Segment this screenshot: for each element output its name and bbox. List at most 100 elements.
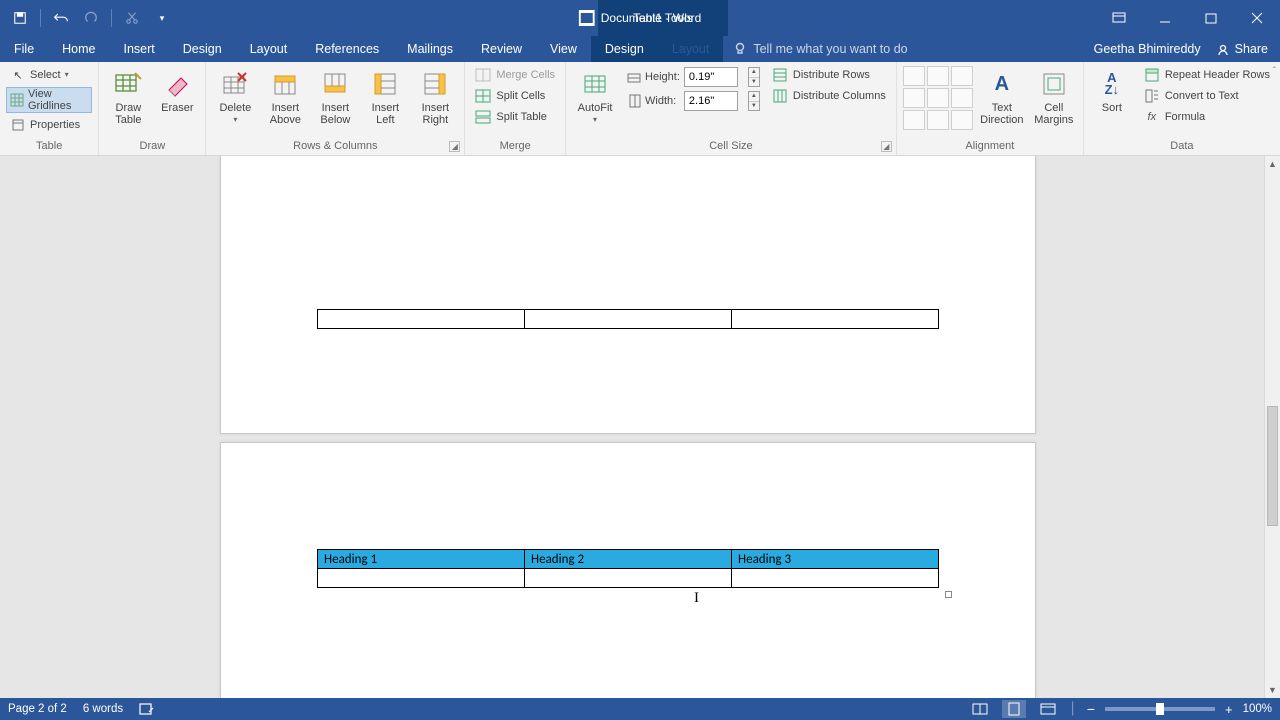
group-table: ↖Select▾ View Gridlines Properties Table	[0, 62, 99, 155]
split-cells-button[interactable]: Split Cells	[471, 87, 559, 105]
view-gridlines-button[interactable]: View Gridlines	[6, 87, 92, 113]
table-page2[interactable]: Heading 1 Heading 2 Heading 3	[317, 549, 939, 588]
tab-review[interactable]: Review	[467, 36, 536, 62]
delete-button[interactable]: Delete▾	[212, 66, 258, 126]
tab-home[interactable]: Home	[48, 36, 109, 62]
document-area[interactable]: Heading 1 Heading 2 Heading 3 I	[0, 156, 1264, 698]
status-bar: Page 2 of 2 6 words │ − + 100%	[0, 698, 1280, 720]
text-direction-icon: A	[986, 68, 1018, 100]
zoom-slider[interactable]	[1105, 707, 1215, 711]
width-spinner[interactable]: ▲▼	[748, 91, 760, 111]
tab-table-design[interactable]: Design	[591, 36, 658, 62]
web-layout-icon[interactable]	[1036, 700, 1060, 718]
table-page1[interactable]	[317, 309, 939, 329]
properties-icon	[10, 117, 26, 133]
scroll-thumb[interactable]	[1267, 406, 1278, 526]
word-count[interactable]: 6 words	[83, 703, 123, 715]
formula-button[interactable]: fxFormula	[1140, 108, 1274, 126]
height-input[interactable]	[684, 67, 738, 87]
zoom-in-button[interactable]: +	[1225, 702, 1233, 717]
group-rows-columns: Delete▾ Insert Above Insert Below Insert…	[206, 62, 465, 155]
zoom-level[interactable]: 100%	[1243, 703, 1272, 715]
draw-table-button[interactable]: Draw Table	[105, 66, 151, 128]
page-indicator[interactable]: Page 2 of 2	[8, 703, 67, 715]
print-layout-icon[interactable]	[1002, 700, 1026, 718]
collapse-ribbon-icon[interactable]: ˆ	[1273, 66, 1276, 77]
tab-table-layout[interactable]: Layout	[658, 36, 724, 62]
insert-above-button[interactable]: Insert Above	[262, 66, 308, 128]
distribute-rows-button[interactable]: Distribute Rows	[768, 66, 890, 84]
merge-cells-button[interactable]: Merge Cells	[471, 66, 559, 84]
vertical-scrollbar[interactable]: ▲ ▼	[1264, 156, 1280, 698]
ribbon-options-icon[interactable]	[1096, 0, 1142, 36]
maximize-icon[interactable]	[1188, 0, 1234, 36]
width-input[interactable]	[684, 91, 738, 111]
convert-to-text-button[interactable]: Convert to Text	[1140, 87, 1274, 105]
autofit-button[interactable]: AutoFit▾	[572, 66, 618, 126]
minimize-icon[interactable]	[1142, 0, 1188, 36]
spellcheck-icon[interactable]	[139, 702, 155, 716]
quick-access-toolbar: ▾	[0, 4, 176, 32]
cell-size-dialog-launcher[interactable]: ◢	[881, 141, 892, 152]
tab-design[interactable]: Design	[169, 36, 236, 62]
scroll-down-icon[interactable]: ▼	[1265, 682, 1280, 698]
qat-customize-icon[interactable]: ▾	[148, 4, 176, 32]
tab-mailings[interactable]: Mailings	[393, 36, 467, 62]
ribbon-tabs: File Home Insert Design Layout Reference…	[0, 36, 1280, 62]
account-name[interactable]: Geetha Bhimireddy	[1094, 42, 1201, 56]
end-of-cell-marker	[945, 591, 952, 598]
height-spinner[interactable]: ▲▼	[748, 67, 760, 87]
insert-right-button[interactable]: Insert Right	[412, 66, 458, 128]
sort-icon: AZ↓	[1096, 68, 1128, 100]
read-mode-icon[interactable]	[968, 700, 992, 718]
group-merge: Merge Cells Split Cells Split Table Merg…	[465, 62, 566, 155]
table-header-row[interactable]: Heading 1 Heading 2 Heading 3	[318, 550, 939, 569]
insert-above-icon	[269, 68, 301, 100]
distribute-cols-icon	[772, 88, 788, 104]
redo-icon[interactable]	[77, 4, 105, 32]
page-2: Heading 1 Heading 2 Heading 3 I	[220, 442, 1036, 698]
distribute-columns-button[interactable]: Distribute Columns	[768, 87, 890, 105]
zoom-out-button[interactable]: −	[1087, 701, 1095, 717]
insert-left-button[interactable]: Insert Left	[362, 66, 408, 128]
delete-icon	[219, 68, 251, 100]
group-cell-size: AutoFit▾ Height: ▲▼ Width: ▲▼ Distribute…	[566, 62, 897, 155]
lightbulb-icon	[733, 42, 747, 56]
sort-button[interactable]: AZ↓Sort	[1090, 66, 1134, 116]
tab-insert[interactable]: Insert	[110, 36, 169, 62]
convert-text-icon	[1144, 88, 1160, 104]
table-header-cell[interactable]: Heading 1	[318, 550, 525, 569]
properties-button[interactable]: Properties	[6, 116, 92, 134]
save-icon[interactable]	[6, 4, 34, 32]
insert-below-button[interactable]: Insert Below	[312, 66, 358, 128]
tell-me-search[interactable]: Tell me what you want to do	[733, 36, 907, 62]
ribbon: ↖Select▾ View Gridlines Properties Table…	[0, 62, 1280, 156]
alignment-grid[interactable]	[903, 66, 973, 130]
height-icon	[626, 69, 642, 85]
table-header-cell[interactable]: Heading 3	[732, 550, 939, 569]
tab-layout[interactable]: Layout	[236, 36, 302, 62]
tab-references[interactable]: References	[301, 36, 393, 62]
undo-icon[interactable]	[47, 4, 75, 32]
rows-cols-dialog-launcher[interactable]: ◢	[449, 141, 460, 152]
tab-view[interactable]: View	[536, 36, 591, 62]
cell-margins-button[interactable]: Cell Margins	[1031, 66, 1077, 128]
split-table-button[interactable]: Split Table	[471, 108, 559, 126]
close-icon[interactable]	[1234, 0, 1280, 36]
share-button[interactable]: Share	[1217, 42, 1268, 56]
eraser-button[interactable]: Eraser	[155, 66, 199, 116]
scroll-up-icon[interactable]: ▲	[1265, 156, 1280, 172]
cell-margins-icon	[1038, 68, 1070, 100]
tab-file[interactable]: File	[0, 36, 48, 62]
text-direction-button[interactable]: AText Direction	[979, 66, 1025, 128]
table-header-cell[interactable]: Heading 2	[525, 550, 732, 569]
insert-below-icon	[319, 68, 351, 100]
gridlines-icon	[10, 92, 24, 108]
select-button[interactable]: ↖Select▾	[6, 66, 92, 84]
cut-icon[interactable]	[118, 4, 146, 32]
split-cells-icon	[475, 88, 491, 104]
share-icon	[1217, 43, 1230, 56]
table-row[interactable]	[318, 569, 939, 588]
width-label: Width:	[626, 93, 680, 109]
repeat-header-rows-button[interactable]: Repeat Header Rows	[1140, 66, 1274, 84]
